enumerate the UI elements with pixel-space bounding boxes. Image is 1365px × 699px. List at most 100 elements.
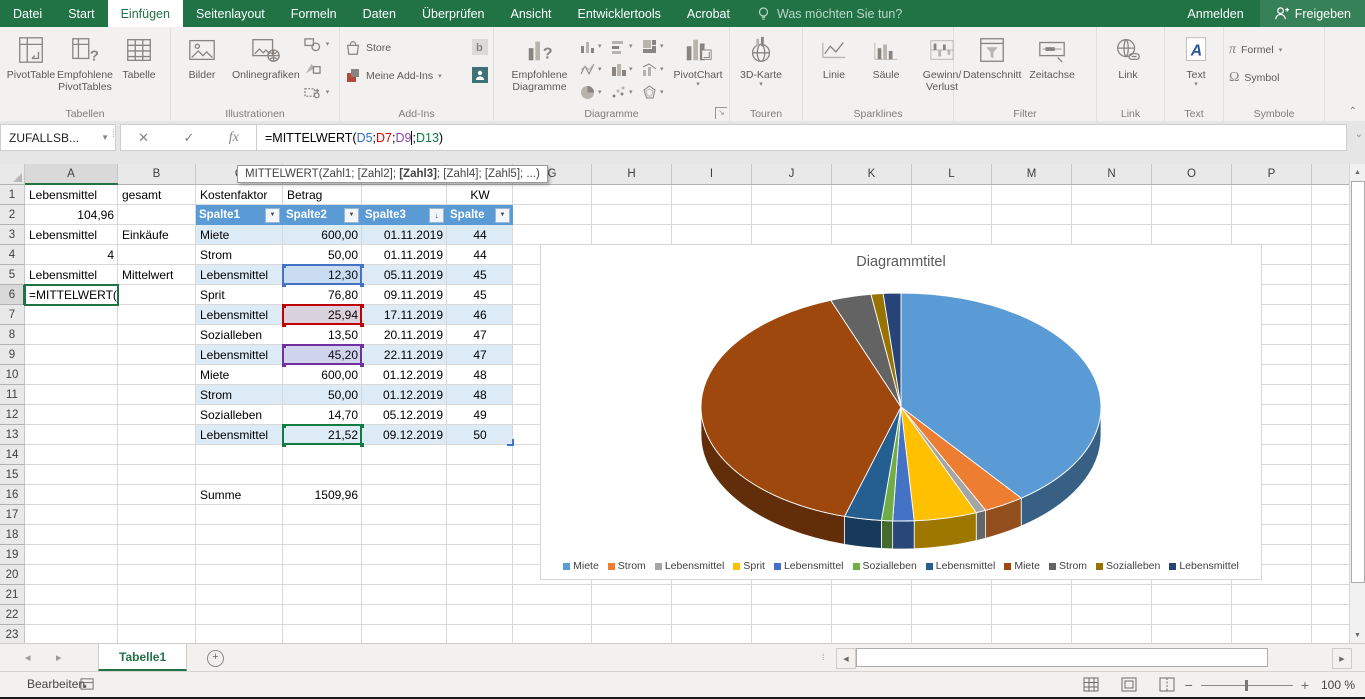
- line-chart-button[interactable]: ▾: [580, 58, 610, 80]
- vertical-scroll-thumb[interactable]: [1351, 181, 1365, 583]
- filter-dropdown-icon[interactable]: ↓: [429, 208, 444, 223]
- sign-in-button[interactable]: Anmelden: [1171, 0, 1259, 27]
- sparkline-saeule-button[interactable]: Säule: [860, 30, 912, 82]
- cell-F9[interactable]: 47: [447, 345, 513, 365]
- cell-C6[interactable]: Sprit: [196, 285, 283, 305]
- macro-record-icon[interactable]: [80, 677, 95, 694]
- cell-C5[interactable]: Lebensmittel: [196, 265, 283, 285]
- column-header-J[interactable]: J: [752, 164, 832, 185]
- horizontal-scrollbar[interactable]: ◀ ▶: [836, 648, 1352, 667]
- active-edit-cell-A6[interactable]: =MITTELWERT(: [24, 284, 119, 306]
- row-header-14[interactable]: 14: [0, 445, 25, 465]
- cell-E9[interactable]: 22.11.2019: [362, 345, 447, 365]
- cell-D6[interactable]: 76,80: [283, 285, 362, 305]
- cell-C7[interactable]: Lebensmittel: [196, 305, 283, 325]
- ref-highlight-D9[interactable]: [282, 344, 362, 365]
- sheet-nav-left-icon[interactable]: ◂: [25, 651, 31, 664]
- row-header-21[interactable]: 21: [0, 585, 25, 605]
- cell-B5[interactable]: Mittelwert: [118, 265, 196, 285]
- chart[interactable]: Diagrammtitel MieteStromLebensmittelSpri…: [540, 244, 1262, 580]
- cell-F12[interactable]: 49: [447, 405, 513, 425]
- tab-einfügen[interactable]: Einfügen: [108, 0, 183, 27]
- cell-D3[interactable]: 600,00: [283, 225, 362, 245]
- tab-acrobat[interactable]: Acrobat: [674, 0, 743, 27]
- formula-bar-splitter[interactable]: ⁞: [112, 129, 115, 140]
- cell-F4[interactable]: 44: [447, 245, 513, 265]
- cell-F5[interactable]: 45: [447, 265, 513, 285]
- zoom-out-button[interactable]: −: [1185, 677, 1193, 693]
- column-header-M[interactable]: M: [992, 164, 1072, 185]
- row-header-9[interactable]: 9: [0, 345, 25, 365]
- cell-B1[interactable]: gesamt: [118, 185, 196, 205]
- scatter-chart-button[interactable]: ▾: [611, 81, 641, 103]
- empfohlene-diagramme-button[interactable]: ? Empfohlene Diagramme: [499, 30, 580, 94]
- cell-F7[interactable]: 46: [447, 305, 513, 325]
- cell-E13[interactable]: 09.12.2019: [362, 425, 447, 445]
- cell-E10[interactable]: 01.12.2019: [362, 365, 447, 385]
- tab-datei[interactable]: Datei: [0, 0, 55, 27]
- tab-ansicht[interactable]: Ansicht: [498, 0, 565, 27]
- cell-D12[interactable]: 14,70: [283, 405, 362, 425]
- sheet-tab-tabelle1[interactable]: Tabelle1: [98, 644, 187, 671]
- cancel-entry-button[interactable]: ✕: [138, 130, 149, 146]
- pivotchart-button[interactable]: PivotChart ▾: [672, 30, 724, 90]
- cell-E12[interactable]: 05.12.2019: [362, 405, 447, 425]
- column-header-B[interactable]: B: [118, 164, 196, 185]
- cell-A4[interactable]: 4: [25, 245, 118, 265]
- sheet-nav-right-icon[interactable]: ▸: [56, 651, 62, 664]
- column-header-P[interactable]: P: [1232, 164, 1312, 185]
- histogram-chart-button[interactable]: ▾: [611, 58, 641, 80]
- cell-F11[interactable]: 48: [447, 385, 513, 405]
- ref-highlight-D5[interactable]: [282, 264, 362, 285]
- row-header-18[interactable]: 18: [0, 525, 25, 545]
- page-layout-view-icon[interactable]: [1121, 677, 1137, 692]
- row-header-7[interactable]: 7: [0, 305, 25, 325]
- formula-bar-expand-icon[interactable]: ⌄: [1355, 129, 1363, 140]
- row-header-8[interactable]: 8: [0, 325, 25, 345]
- tab-entwicklertools[interactable]: Entwicklertools: [565, 0, 674, 27]
- vertical-scrollbar[interactable]: ▲ ▼: [1349, 164, 1365, 643]
- chart-title[interactable]: Diagrammtitel: [541, 254, 1261, 270]
- column-header-I[interactable]: I: [672, 164, 752, 185]
- link-button[interactable]: Link: [1102, 30, 1154, 82]
- row-header-19[interactable]: 19: [0, 545, 25, 565]
- tab-start[interactable]: Start: [55, 0, 107, 27]
- cell-A2[interactable]: 104,96: [25, 205, 118, 225]
- zeitachse-button[interactable]: Zeitachse: [1025, 30, 1079, 82]
- datenschnitt-button[interactable]: Datenschnitt: [959, 30, 1025, 82]
- cell-E5[interactable]: 05.11.2019: [362, 265, 447, 285]
- cell-C10[interactable]: Miete: [196, 365, 283, 385]
- store-button[interactable]: Store b: [345, 38, 488, 58]
- filter-dropdown-icon[interactable]: ▼: [495, 208, 510, 223]
- onlinegrafiken-button[interactable]: Onlinegrafiken: [228, 30, 304, 82]
- row-header-10[interactable]: 10: [0, 365, 25, 385]
- normal-view-icon[interactable]: [1083, 677, 1099, 692]
- cell-C8[interactable]: Sozialleben: [196, 325, 283, 345]
- cell-F13[interactable]: 50: [447, 425, 513, 445]
- insert-function-button[interactable]: fx: [229, 130, 239, 146]
- meine-addins-button[interactable]: Meine Add-Ins ▾: [345, 66, 488, 86]
- name-box[interactable]: ZUFALLSB... ▼: [0, 124, 116, 151]
- tab-formeln[interactable]: Formeln: [278, 0, 350, 27]
- column-header-O[interactable]: O: [1152, 164, 1232, 185]
- column-header-N[interactable]: N: [1072, 164, 1152, 185]
- people-graph-icon[interactable]: [472, 67, 488, 86]
- column-header-partial[interactable]: [1312, 164, 1350, 185]
- row-header-15[interactable]: 15: [0, 465, 25, 485]
- page-break-view-icon[interactable]: [1159, 677, 1175, 692]
- pie-chart-button[interactable]: ▾: [580, 81, 610, 103]
- share-button[interactable]: Freigeben: [1260, 0, 1365, 27]
- cell-E4[interactable]: 01.11.2019: [362, 245, 447, 265]
- ref-highlight-D7[interactable]: [282, 304, 362, 325]
- table-resize-handle[interactable]: [507, 439, 514, 446]
- cell-E6[interactable]: 09.11.2019: [362, 285, 447, 305]
- screenshot-button[interactable]: ▾: [304, 82, 330, 102]
- scroll-down-icon[interactable]: ▼: [1350, 627, 1365, 643]
- cell-E3[interactable]: 01.11.2019: [362, 225, 447, 245]
- cell-F10[interactable]: 48: [447, 365, 513, 385]
- chart-legend[interactable]: MieteStromLebensmittelSpritLebensmittelS…: [541, 560, 1261, 572]
- scroll-left-icon[interactable]: ◀: [836, 648, 856, 669]
- hscroll-splitter[interactable]: ⁞: [822, 652, 826, 662]
- cell-E8[interactable]: 20.11.2019: [362, 325, 447, 345]
- zoom-slider[interactable]: [1201, 685, 1293, 686]
